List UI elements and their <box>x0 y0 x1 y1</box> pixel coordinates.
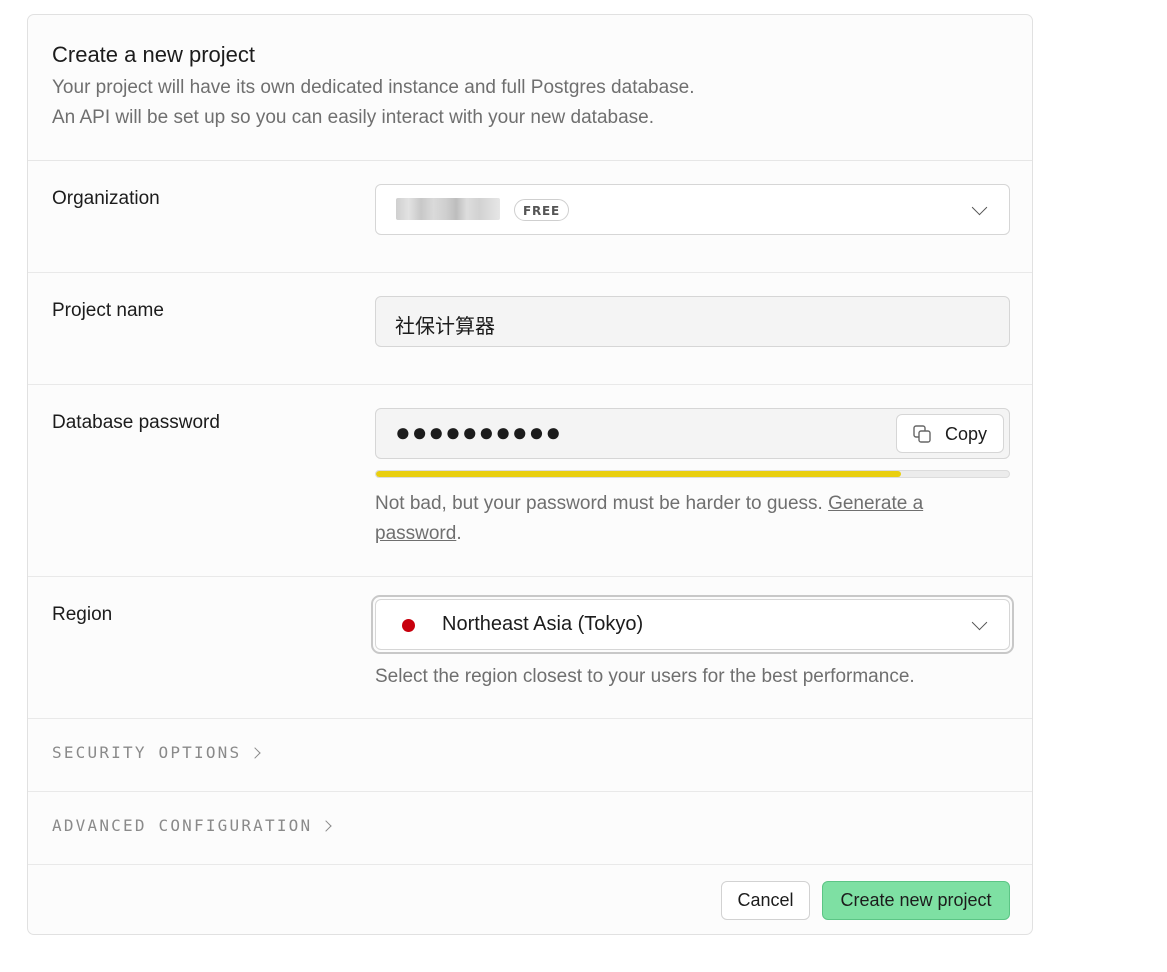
advanced-configuration-row: ADVANCED CONFIGURATION <box>28 791 1032 865</box>
chevron-down-icon <box>971 199 988 216</box>
password-hint-text: Not bad, but your password must be harde… <box>375 493 829 514</box>
security-options-row: SECURITY OPTIONS <box>28 718 1032 792</box>
region-value: Northeast Asia (Tokyo) <box>442 613 644 635</box>
japan-flag-icon <box>402 619 415 632</box>
password-hint-end: . <box>456 523 462 544</box>
project-name-input[interactable]: 社保计算器 <box>375 296 1010 347</box>
region-select[interactable]: Northeast Asia (Tokyo) <box>375 599 1010 650</box>
advanced-configuration-toggle[interactable]: ADVANCED CONFIGURATION <box>52 816 332 835</box>
chevron-right-icon <box>249 746 261 759</box>
project-name-label: Project name <box>52 300 164 321</box>
database-password-label: Database password <box>52 412 220 433</box>
security-options-toggle[interactable]: SECURITY OPTIONS <box>52 743 261 762</box>
create-project-button[interactable]: Create new project <box>822 881 1010 920</box>
copy-button-label: Copy <box>945 424 988 444</box>
cancel-button[interactable]: Cancel <box>721 881 810 920</box>
organization-name-redacted <box>396 198 500 220</box>
chevron-down-icon <box>971 614 988 631</box>
password-strength-bar <box>375 470 1010 478</box>
region-label: Region <box>52 604 113 625</box>
page-description-line-1: Your project will have its own dedicated… <box>52 77 695 98</box>
organization-row: Organization FREE <box>28 160 1032 273</box>
advanced-configuration-label: ADVANCED CONFIGURATION <box>52 816 313 835</box>
card-footer: Cancel Create new project <box>28 864 1032 936</box>
password-strength-hint: Not bad, but your password must be harde… <box>375 489 1015 549</box>
region-row: Region Northeast Asia (Tokyo) Select the… <box>28 576 1032 719</box>
organization-label: Organization <box>52 188 160 209</box>
page-description-line-2: An API will be set up so you can easily … <box>52 107 654 128</box>
region-help-text: Select the region closest to your users … <box>375 666 915 687</box>
database-password-input[interactable]: ●●●●●●●●●● Copy <box>375 408 1010 459</box>
plan-badge: FREE <box>514 199 570 221</box>
project-name-value: 社保计算器 <box>395 316 495 338</box>
security-options-label: SECURITY OPTIONS <box>52 743 242 762</box>
copy-icon <box>913 425 931 443</box>
card-header: Create a new project Your project will h… <box>28 15 1032 161</box>
copy-password-button[interactable]: Copy <box>896 414 1004 453</box>
password-masked-value: ●●●●●●●●●● <box>395 417 563 447</box>
organization-select[interactable]: FREE <box>375 184 1010 235</box>
password-strength-fill <box>376 471 902 477</box>
page-title: Create a new project <box>52 42 255 67</box>
create-project-card: Create a new project Your project will h… <box>27 14 1033 935</box>
project-name-row: Project name 社保计算器 <box>28 272 1032 385</box>
chevron-right-icon <box>320 819 332 832</box>
database-password-row: Database password ●●●●●●●●●● Copy Not ba… <box>28 384 1032 577</box>
